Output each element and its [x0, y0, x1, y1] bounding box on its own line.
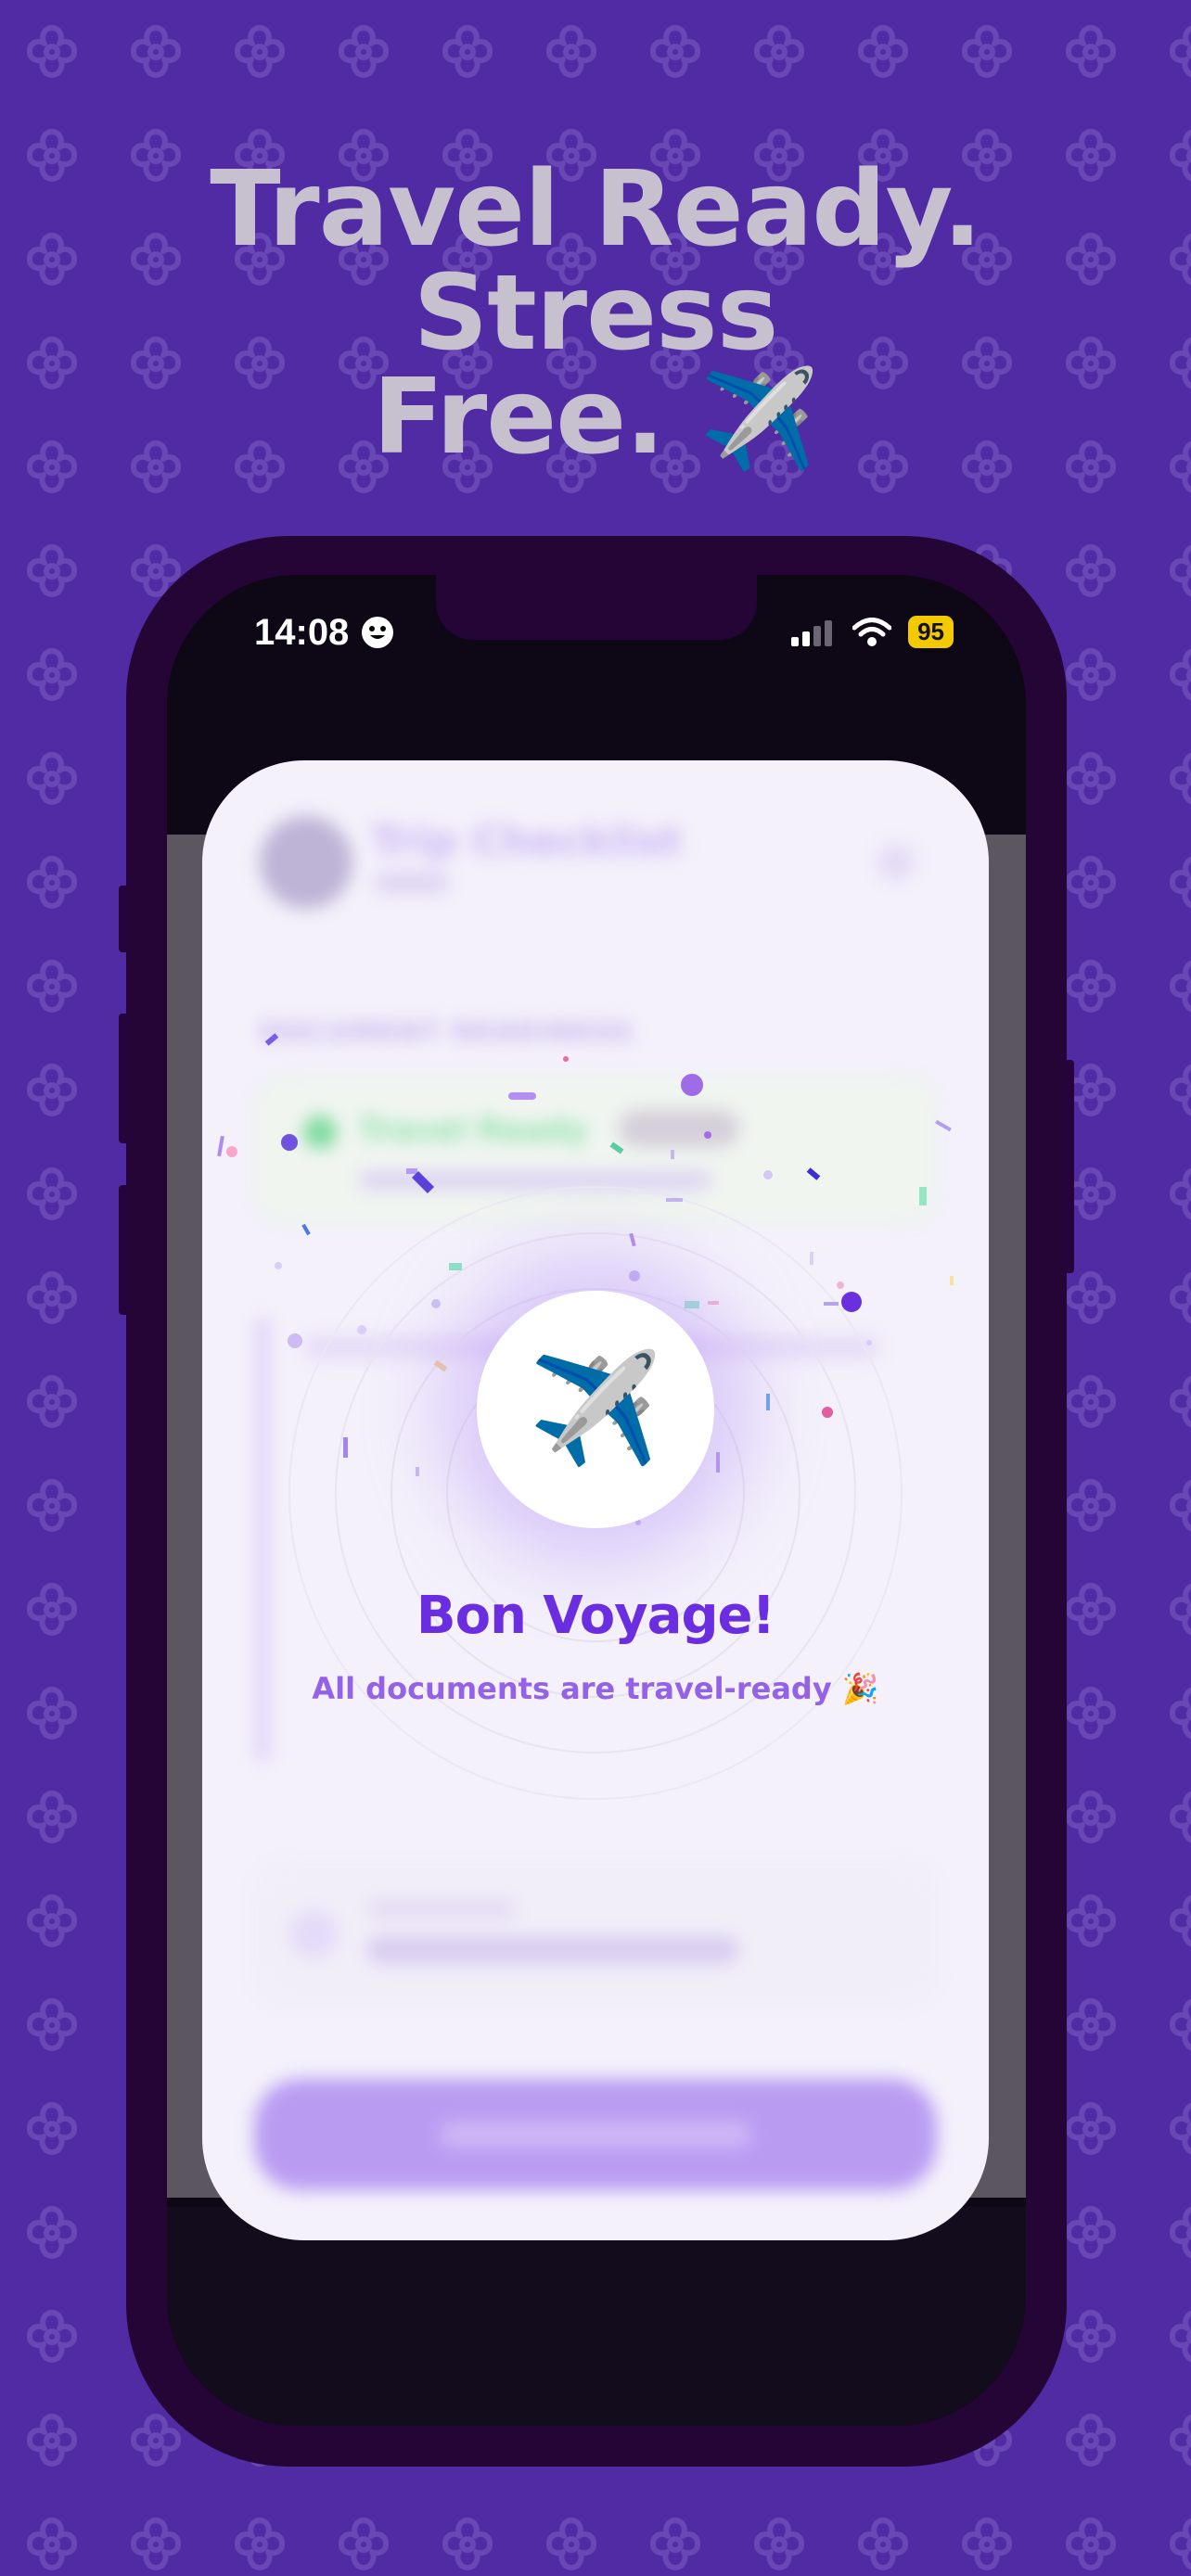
power-button	[1063, 1060, 1074, 1273]
modal-subtitle: All documents are travel-ready 🎉	[312, 1671, 879, 1706]
signal-icon	[791, 619, 833, 646]
battery-icon: 95	[908, 616, 954, 648]
volume-down-button	[119, 1185, 130, 1315]
phone-screen: 14:08 95 Trip Checklist DOCUMENT READINE…	[167, 575, 1026, 2426]
status-icons: 95	[789, 616, 954, 648]
headline-line-1: Travel Ready. Stress	[210, 149, 981, 374]
volume-up-button	[119, 1014, 130, 1143]
airplane-icon: ✈️	[477, 1291, 714, 1528]
headline-line-2-text: Free.	[372, 357, 665, 478]
success-modal: Trip Checklist DOCUMENT READINESS Travel…	[202, 760, 989, 2240]
face-icon	[362, 617, 393, 648]
celebration-overlay: ✈️ Bon Voyage! All documents are travel-…	[202, 760, 989, 2240]
notch	[436, 575, 757, 640]
wifi-icon	[852, 617, 892, 646]
headline-line-2: Free. ✈️	[56, 365, 1135, 471]
silent-switch	[119, 886, 130, 952]
status-time: 14:08	[254, 612, 350, 653]
airplane-icon: ✈️	[698, 363, 819, 476]
modal-title: Bon Voyage!	[416, 1586, 775, 1646]
marketing-headline: Travel Ready. Stress Free. ✈️	[56, 158, 1135, 471]
